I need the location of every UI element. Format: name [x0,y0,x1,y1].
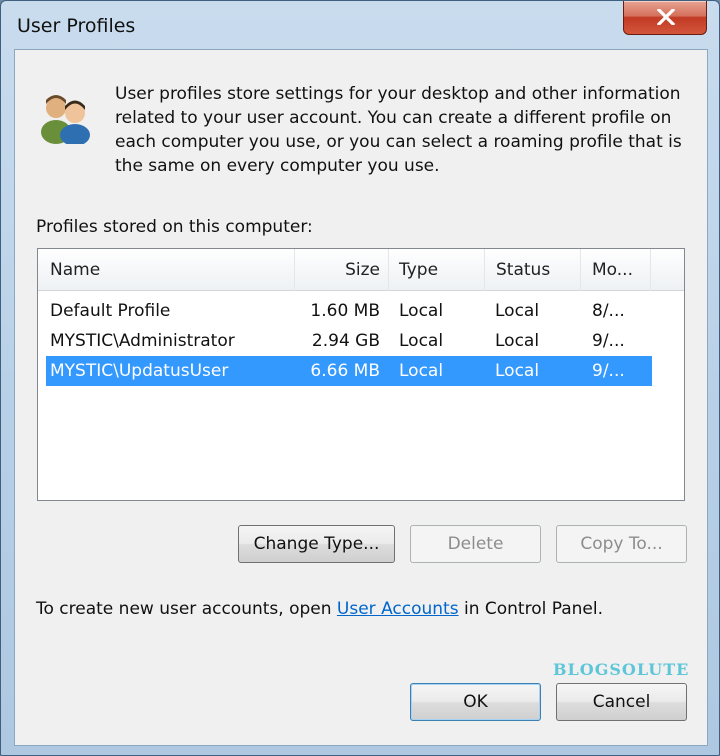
profile-row[interactable]: Default Profile 1.60 MB Local Local 8/..… [46,296,652,326]
footer-text: To create new user accounts, open User A… [36,599,603,619]
profile-status: Local [495,361,540,381]
user-accounts-link[interactable]: User Accounts [337,599,459,619]
profile-modified: 9/... [592,331,625,351]
profile-name: Default Profile [50,301,171,321]
title-bar[interactable]: User Profiles [1,1,719,49]
profile-status: Local [495,301,540,321]
profiles-list[interactable]: Name Size Type Status Mo... Default Prof… [37,248,685,501]
profile-status: Local [495,331,540,351]
profile-name: MYSTIC\Administrator [50,331,235,351]
column-header-status[interactable]: Status [485,249,581,291]
profile-type: Local [399,361,444,381]
ok-button[interactable]: OK [410,683,541,721]
profiles-label: Profiles stored on this computer: [36,217,313,237]
close-button[interactable] [623,1,707,35]
profile-size: 2.94 GB [311,331,380,351]
profile-size: 6.66 MB [310,361,380,381]
window-title: User Profiles [17,15,136,37]
delete-button[interactable]: Delete [410,525,541,563]
footer-prefix: To create new user accounts, open [36,599,337,619]
cancel-button[interactable]: Cancel [556,683,687,721]
profile-size: 1.60 MB [310,301,380,321]
profile-row[interactable]: MYSTIC\Administrator 2.94 GB Local Local… [46,326,652,356]
profile-type: Local [399,301,444,321]
user-profiles-dialog: User Profiles User profiles store settin… [0,0,720,756]
profile-modified: 9/... [592,361,625,381]
intro-text: User profiles store settings for your de… [115,84,682,176]
profile-name: MYSTIC\UpdatusUser [50,361,229,381]
profile-row-selected[interactable]: MYSTIC\UpdatusUser 6.66 MB Local Local 9… [46,356,652,386]
profile-type: Local [399,331,444,351]
change-type-button[interactable]: Change Type... [238,525,395,563]
dialog-body: User profiles store settings for your de… [14,49,708,746]
profile-modified: 8/... [592,301,625,321]
column-header-type[interactable]: Type [389,249,485,291]
column-header-size[interactable]: Size [295,249,389,291]
users-icon [41,95,90,144]
close-icon [657,9,675,25]
list-header: Name Size Type Status Mo... [38,249,684,291]
footer-suffix: in Control Panel. [458,599,604,619]
watermark: BLOGSOLUTE [553,660,690,679]
column-header-modified[interactable]: Mo... [581,249,651,291]
column-header-name[interactable]: Name [38,249,295,291]
copy-to-button[interactable]: Copy To... [556,525,687,563]
